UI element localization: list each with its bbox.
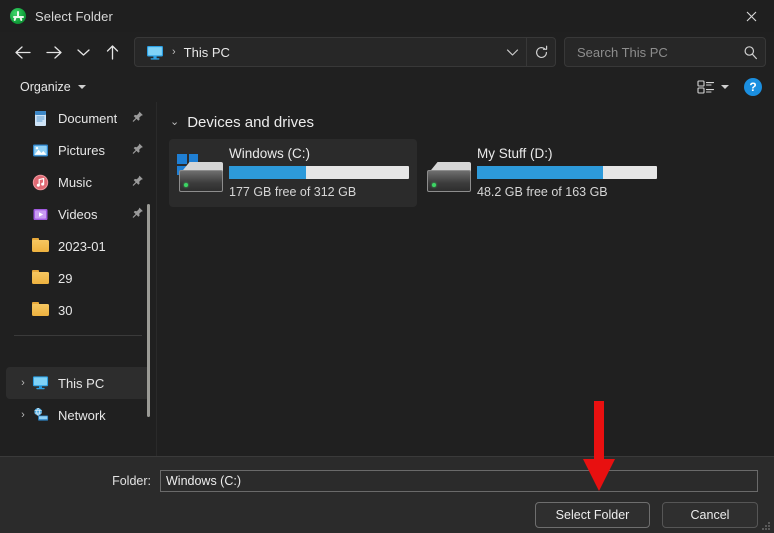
title-bar: Select Folder (0, 0, 774, 32)
up-arrow-icon (105, 44, 120, 60)
folder-row: Folder: (0, 470, 774, 492)
back-arrow-icon (14, 45, 31, 60)
group-header-devices-and-drives[interactable]: ⌄ Devices and drives (167, 114, 774, 131)
folder-label: Folder: (0, 474, 160, 488)
drive-capacity-text: 48.2 GB free of 163 GB (477, 185, 657, 199)
sidebar-divider (14, 335, 142, 336)
drive-name: My Stuff (D:) (477, 146, 657, 161)
close-icon (746, 11, 757, 22)
group-title: Devices and drives (187, 114, 314, 131)
network-icon (32, 407, 49, 424)
sidebar-item-videos[interactable]: › Videos (6, 198, 150, 230)
folder-input[interactable] (160, 470, 758, 492)
resize-grip[interactable] (761, 521, 771, 531)
search-icon[interactable] (735, 45, 765, 60)
forward-button[interactable] (38, 37, 70, 67)
expander-icon[interactable]: › (14, 409, 32, 421)
select-folder-dialog: Select Folder (0, 0, 774, 533)
sidebar-item-label: Document (58, 111, 117, 126)
drive-tile-my-stuff-d[interactable]: My Stuff (D:) 48.2 GB free of 163 GB (417, 139, 665, 207)
organize-button[interactable]: Organize (14, 77, 92, 97)
drive-usage-fill (477, 166, 603, 179)
chevron-down-icon (721, 85, 729, 89)
chevron-down-icon[interactable]: ⌄ (170, 117, 179, 128)
view-layout-icon (697, 79, 715, 95)
file-list-pane: ⌄ Devices and drives Windows (C:) (157, 102, 774, 456)
select-folder-button[interactable]: Select Folder (535, 502, 650, 528)
expander-icon[interactable]: › (14, 377, 32, 389)
this-pc-icon (146, 45, 164, 60)
refresh-button[interactable] (527, 38, 555, 66)
up-button[interactable] (96, 37, 128, 67)
pin-icon[interactable] (132, 143, 144, 158)
sidebar-item-2023-01[interactable]: › 2023-01 (6, 230, 150, 262)
window-title: Select Folder (35, 9, 113, 24)
drive-usage-fill (229, 166, 306, 179)
sidebar-item-label: 2023-01 (58, 239, 106, 254)
windows-drive-icon (177, 154, 225, 196)
help-button[interactable]: ? (744, 78, 762, 96)
drive-capacity-text: 177 GB free of 312 GB (229, 185, 409, 199)
refresh-icon (534, 45, 549, 60)
sidebar-item-this-pc[interactable]: › This PC (6, 367, 150, 399)
sidebar-item-music[interactable]: › Music (6, 166, 150, 198)
sidebar-item-29[interactable]: › 29 (6, 262, 150, 294)
folder-icon (32, 270, 49, 287)
drive-name: Windows (C:) (229, 146, 409, 161)
this-pc-monitor-icon (32, 375, 49, 392)
pin-icon[interactable] (132, 111, 144, 126)
breadcrumb-separator: › (172, 46, 176, 58)
change-view-button[interactable] (694, 77, 732, 97)
documents-icon (32, 110, 49, 127)
close-button[interactable] (728, 0, 774, 32)
drive-icon (425, 154, 473, 196)
sidebar-item-label: Network (58, 408, 106, 423)
breadcrumb-label: This PC (184, 45, 230, 60)
organize-label: Organize (20, 80, 71, 94)
sidebar-scrollbar[interactable] (147, 204, 150, 417)
cancel-button[interactable]: Cancel (662, 502, 758, 528)
drive-tile-windows-c[interactable]: Windows (C:) 177 GB free of 312 GB (169, 139, 417, 207)
pin-icon[interactable] (132, 175, 144, 190)
sidebar-item-network[interactable]: › Network (6, 399, 150, 431)
drive-tiles: Windows (C:) 177 GB free of 312 GB (167, 139, 774, 207)
sidebar-item-label: 29 (58, 271, 72, 286)
sidebar-item-label: Music (58, 175, 92, 190)
dialog-buttons: Select Folder Cancel (535, 502, 758, 528)
chevron-down-icon (78, 85, 86, 89)
videos-icon (32, 206, 49, 223)
sidebar-item-label: 30 (58, 303, 72, 318)
sidebar-item-documents[interactable]: › Document (6, 102, 150, 134)
drive-usage-bar (229, 166, 409, 179)
search-input[interactable] (565, 44, 735, 61)
navigation-bar: › This PC (0, 32, 774, 72)
recent-locations-button[interactable] (70, 37, 96, 67)
dialog-footer: Folder: Select Folder Cancel (0, 456, 774, 533)
chevron-down-icon (77, 48, 90, 57)
pin-icon[interactable] (132, 207, 144, 222)
address-dropdown-button[interactable] (498, 38, 526, 66)
navigation-pane: › Document › (0, 102, 157, 456)
sidebar-item-label: This PC (58, 376, 104, 391)
sidebar-item-label: Videos (58, 207, 98, 222)
music-icon (32, 174, 49, 191)
sidebar-item-label: Pictures (58, 143, 105, 158)
address-bar[interactable]: › This PC (134, 37, 556, 67)
folder-icon (32, 302, 49, 319)
back-button[interactable] (6, 37, 38, 67)
chevron-down-icon (506, 48, 519, 57)
app-icon (10, 8, 26, 24)
folder-icon (32, 238, 49, 255)
drive-usage-bar (477, 166, 657, 179)
forward-arrow-icon (46, 45, 63, 60)
sidebar-item-30[interactable]: › 30 (6, 294, 150, 326)
search-box[interactable] (564, 37, 766, 67)
sidebar-item-pictures[interactable]: › Pictures (6, 134, 150, 166)
command-toolbar: Organize ? (0, 72, 774, 102)
dialog-body: › Document › (0, 102, 774, 456)
pictures-icon (32, 142, 49, 159)
